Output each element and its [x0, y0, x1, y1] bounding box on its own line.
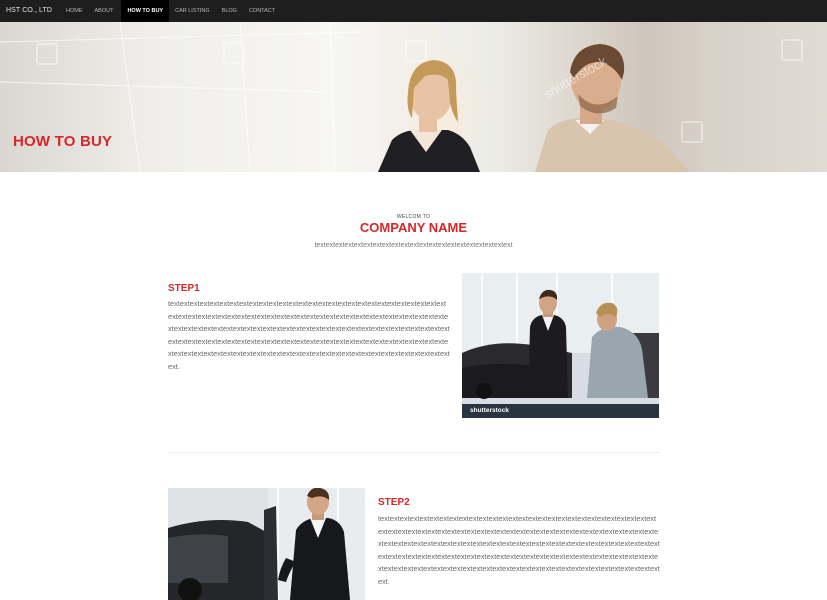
step2-text: textextextextextextextextextextextextext…: [378, 514, 660, 586]
step1-photo-caption: shutterstock: [470, 407, 510, 414]
step2-photo-image: [168, 488, 365, 600]
top-navbar: HST CO., LTD HOME ABOUT HOW TO BUY CAR L…: [0, 0, 827, 22]
section-divider: [168, 452, 660, 453]
hero-photo: [0, 22, 827, 172]
brand-logo[interactable]: HST CO., LTD: [0, 0, 62, 22]
nav-about[interactable]: ABOUT: [91, 0, 122, 22]
step1-title: STEP1: [168, 283, 200, 294]
nav-blog[interactable]: BLOG: [218, 0, 245, 22]
nav-home[interactable]: HOME: [62, 0, 91, 22]
step1-photo: shutterstock: [462, 273, 659, 418]
nav-how-to-buy[interactable]: HOW TO BUY: [121, 0, 170, 22]
intro-text: textextextextextextextextextextextextext…: [314, 242, 513, 249]
step1-text: textextextextextextextextextextextextext…: [168, 299, 450, 371]
main-nav: HOME ABOUT HOW TO BUY CAR LISTING BLOG C…: [62, 0, 283, 22]
nav-car-listing[interactable]: CAR LISTING: [169, 0, 218, 22]
hero-title: HOW TO BUY: [13, 133, 113, 150]
company-name: COMPANY NAME: [359, 220, 468, 235]
hero-banner: shutterstock HOW TO BUY: [0, 22, 827, 172]
nav-contact[interactable]: CONTACT: [245, 0, 283, 22]
step1-photo-image: [462, 273, 659, 418]
step2-photo: [168, 488, 365, 600]
step2-title: STEP2: [378, 497, 410, 508]
